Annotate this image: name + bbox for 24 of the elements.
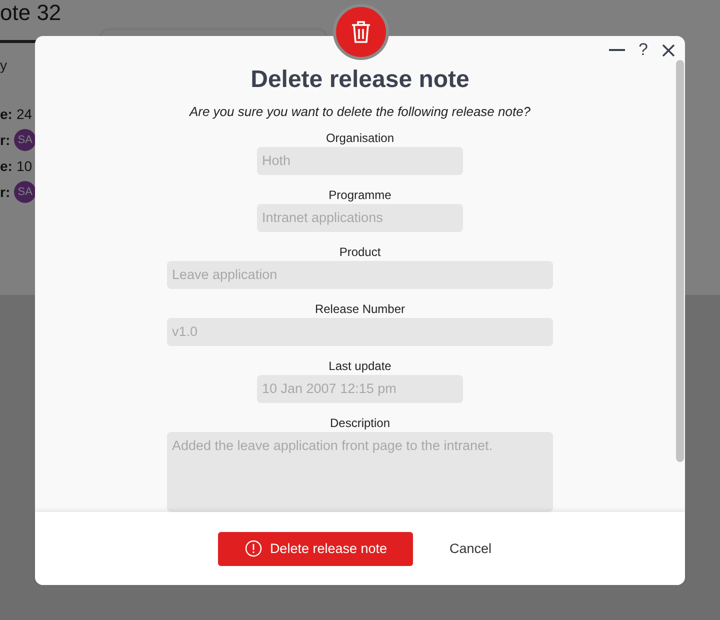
close-icon[interactable] [662, 44, 675, 56]
field-label: Last update [328, 359, 392, 373]
page-title: ote 32 [0, 0, 62, 26]
delete-button[interactable]: Delete release note [218, 532, 414, 566]
meta-label: e: [0, 158, 12, 174]
scrollbar[interactable] [676, 60, 684, 462]
meta-label: r: [0, 184, 10, 200]
meta-label: r: [0, 132, 10, 148]
field-label: Organisation [326, 131, 394, 145]
cancel-button[interactable]: Cancel [439, 537, 502, 560]
minimize-icon[interactable] [608, 49, 625, 51]
user-avatar: SA [14, 129, 36, 151]
dialog-title: Delete release note [250, 66, 470, 94]
field-label: Product [339, 245, 381, 259]
field-label: Release Number [314, 302, 406, 316]
field-label: Programme [328, 188, 392, 202]
help-button[interactable]: ? [638, 40, 648, 60]
confirm-question: Are you sure you want to delete the following release note? [189, 104, 531, 119]
field-label: Description [330, 416, 390, 430]
meta-label: e: [0, 106, 12, 122]
alert-icon [244, 540, 262, 557]
meta-value: 10 [16, 158, 32, 174]
user-avatar: SA [14, 181, 36, 203]
meta-value: 24 [16, 106, 32, 122]
